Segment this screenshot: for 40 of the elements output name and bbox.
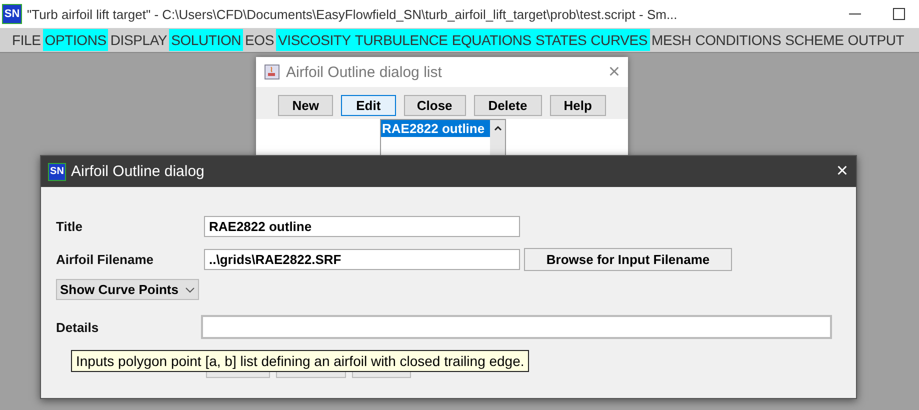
cup-icon (264, 64, 280, 80)
dialog-button[interactable]: Close (404, 95, 466, 116)
field-label: Airfoil Filename (56, 252, 155, 267)
menu-item[interactable]: VISCOSITY (276, 29, 353, 51)
menu-item[interactable]: SOLUTION (169, 29, 244, 51)
menu-item[interactable]: MESH (650, 29, 694, 51)
dialog-title: Airfoil Outline dialog list (286, 64, 443, 80)
menu-item[interactable]: TURBULENCE (352, 29, 450, 51)
caret-up-icon[interactable] (492, 124, 502, 132)
browse-button[interactable]: Browse for Input Filename (524, 248, 732, 271)
field-label: Title (56, 219, 84, 234)
dialog-button[interactable]: New (278, 95, 334, 116)
dialog-button[interactable]: Edit (341, 95, 396, 116)
text-field[interactable]: ..\grids\RAE2822.SRF (204, 249, 520, 270)
close-button[interactable]: × (608, 60, 620, 84)
tooltip: Inputs polygon point [a, b] list defining an airfoil with closed trailing edge. (71, 350, 530, 372)
dialog-button[interactable]: Delete (474, 95, 542, 116)
menu-item[interactable]: DISPLAY (108, 29, 170, 51)
menu-item[interactable]: OPTIONS (42, 29, 108, 51)
list-item[interactable]: RAE2822 outline (381, 120, 490, 137)
field-label: Details (56, 320, 100, 334)
app-logo-icon: SN (3, 5, 21, 23)
close-button[interactable]: × (836, 160, 848, 183)
menu-item[interactable]: EOS (243, 29, 276, 51)
dropdown[interactable]: Show Curve Points (56, 279, 199, 300)
menu-item[interactable]: STATES (533, 29, 589, 51)
menu-item[interactable]: FILE (10, 29, 43, 51)
dialog-button[interactable]: Help (550, 95, 606, 116)
app-logo-icon: SN (49, 164, 65, 180)
menu-item[interactable]: OUTPUT (846, 29, 906, 51)
maximize-icon[interactable] (893, 8, 905, 20)
dialog-title: Airfoil Outline dialog (71, 163, 206, 180)
caret-down-icon (185, 286, 195, 292)
window-title: "Turb airfoil lift target" - C:\Users\CFD\Documents\EasyFlowfield_SN\turb_airfoil_lift_target\prob\test.script - Sm... (27, 6, 678, 22)
text-field[interactable] (201, 315, 832, 339)
menu-item[interactable]: SCHEME (783, 29, 846, 51)
text-field[interactable]: RAE2822 outline (204, 216, 520, 237)
menu-item[interactable]: EQUATIONS (450, 29, 534, 51)
menu-item[interactable]: CURVES (588, 29, 650, 51)
menu-item[interactable]: CONDITIONS (693, 29, 784, 51)
